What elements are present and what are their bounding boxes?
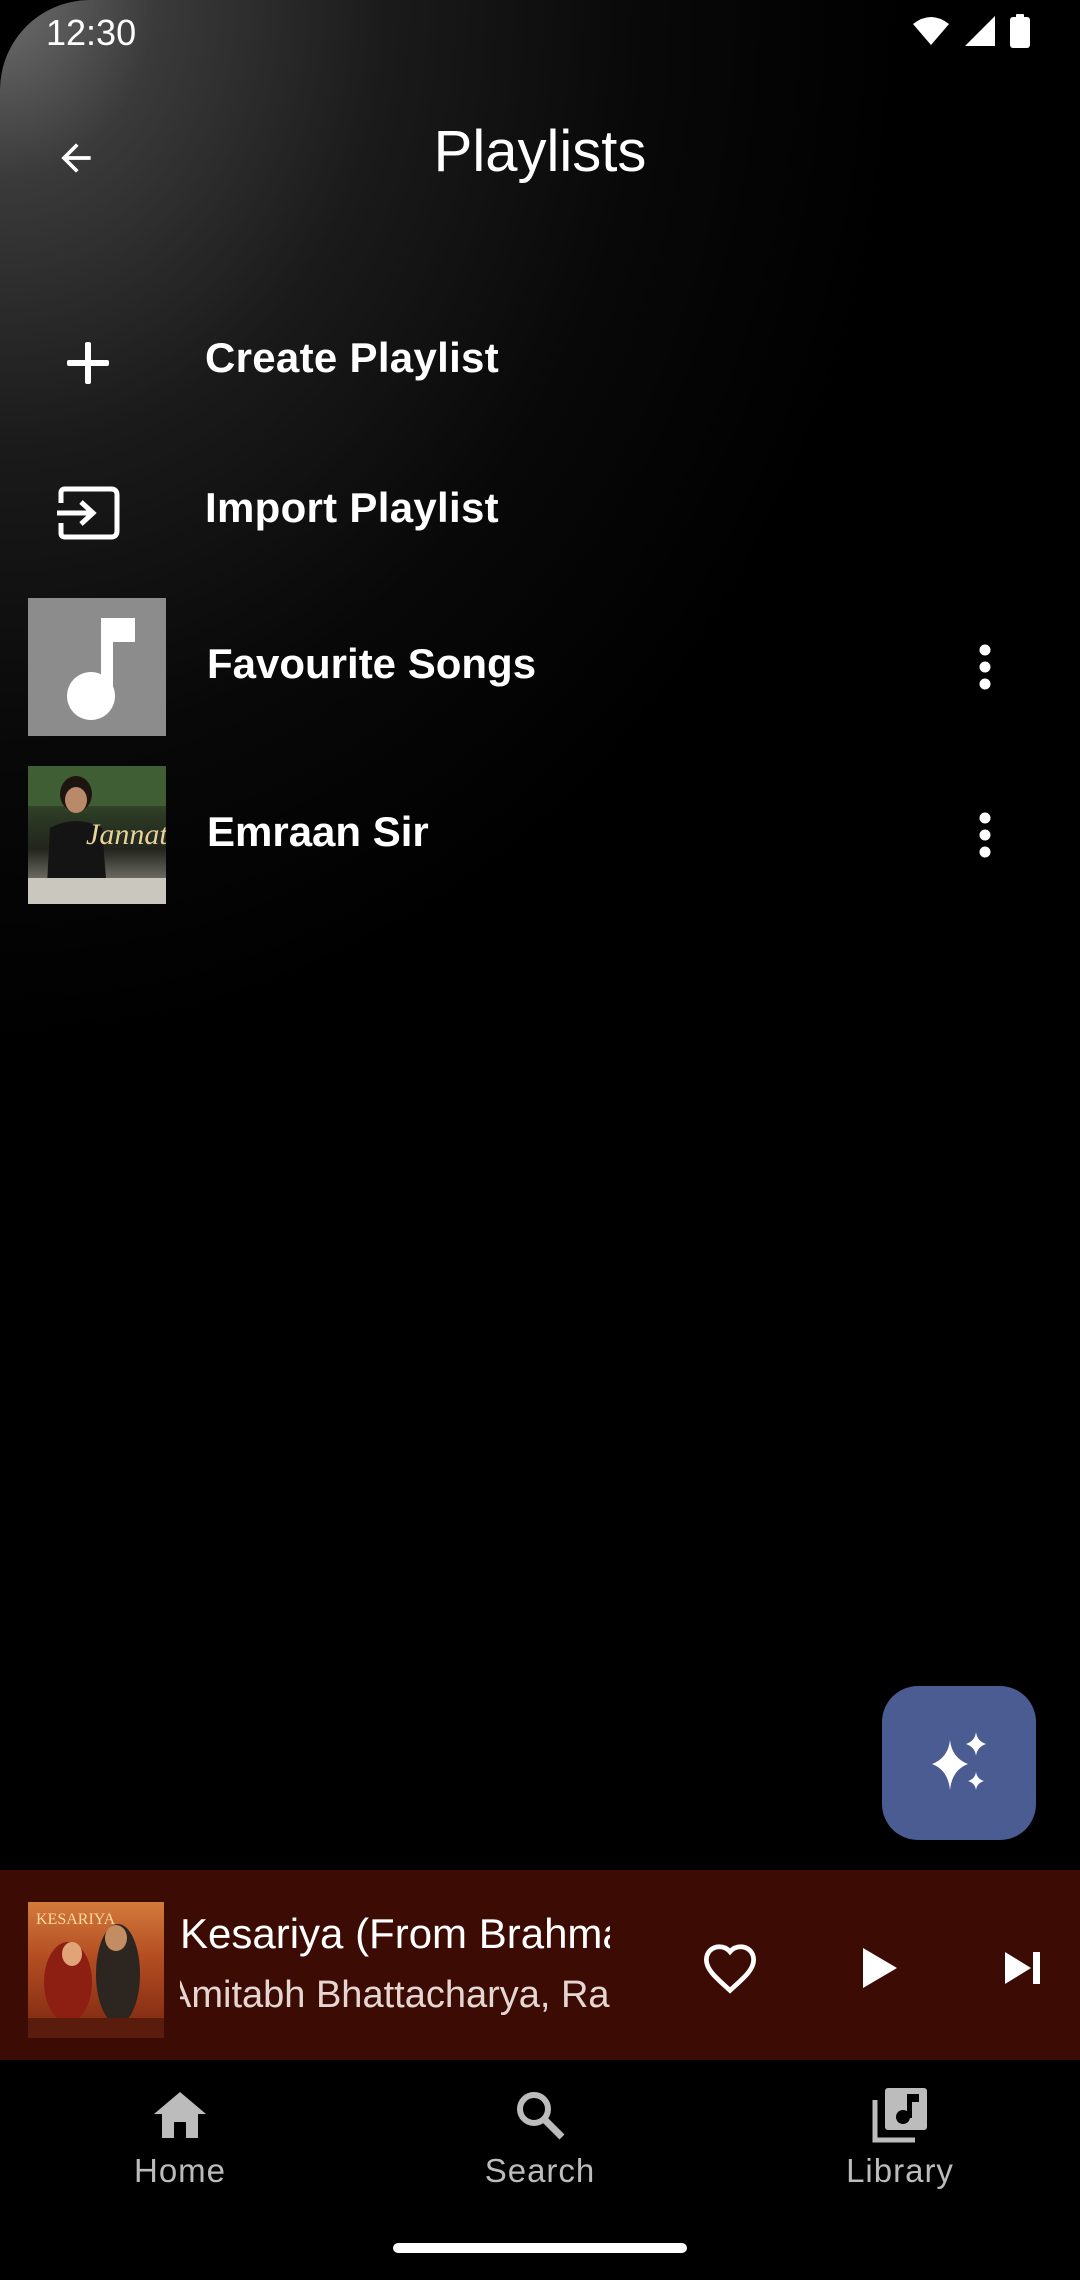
music-note-icon — [67, 618, 135, 720]
playlist-item-favourite-songs[interactable]: Favourite Songs — [0, 590, 1080, 740]
nav-label: Library — [846, 2152, 954, 2189]
album-art-text: Jannat — [86, 818, 166, 851]
status-time: 12:30 — [46, 12, 137, 53]
create-playlist-row[interactable]: Create Playlist — [0, 290, 1080, 430]
nav-label: Search — [484, 2152, 596, 2189]
nav-label: Home — [133, 2152, 227, 2189]
now-playing-artist: Amitabh Bhattacharya, Ranbir Kapoor — [180, 1974, 610, 2016]
import-playlist-label: Import Playlist — [205, 484, 499, 531]
like-button[interactable] — [690, 1928, 770, 2008]
nav-item-home[interactable]: Home — [60, 2084, 300, 2204]
status-icons — [912, 14, 1030, 48]
import-icon — [50, 475, 126, 551]
now-playing-title: Kesariya (From Brahmastra) — [180, 1910, 610, 1957]
more-options-button[interactable] — [960, 632, 1010, 702]
nav-item-search[interactable]: Search — [420, 2084, 660, 2204]
album-art: Jannat — [28, 766, 166, 904]
nav-item-library[interactable]: Library — [780, 2084, 1020, 2204]
play-button[interactable] — [840, 1928, 920, 2008]
cellular-icon — [965, 16, 995, 46]
ai-fab-button[interactable] — [882, 1686, 1036, 1840]
more-options-button[interactable] — [960, 800, 1010, 870]
home-icon — [60, 2084, 300, 2146]
home-indicator — [393, 2243, 687, 2253]
more-vert-icon — [979, 644, 991, 690]
library-icon — [780, 2084, 1020, 2146]
skip-next-icon — [1005, 1952, 1040, 1984]
playlist-thumbnail — [28, 598, 166, 736]
mini-player[interactable]: KESARIYA Kesariya (From Brahmastra) Amit… — [0, 1870, 1080, 2060]
screen: 12:30 Playlists Create Playlist Import P… — [0, 0, 1080, 2280]
playlist-thumbnail: Jannat — [28, 766, 166, 904]
skip-next-button[interactable] — [983, 1928, 1063, 2008]
status-bar: 12:30 — [0, 0, 1080, 64]
import-playlist-row[interactable]: Import Playlist — [0, 440, 1080, 580]
top-app-bar: Playlists — [0, 100, 1080, 210]
create-playlist-label: Create Playlist — [205, 334, 499, 381]
search-icon — [420, 2084, 660, 2146]
plus-icon — [50, 325, 126, 401]
play-icon — [863, 1948, 897, 1988]
sparkles-icon — [932, 1732, 986, 1790]
heart-outline-icon — [703, 1944, 757, 1994]
wifi-icon — [913, 17, 949, 45]
art-title-text: KESARIYA — [36, 1911, 116, 1928]
page-title: Playlists — [433, 119, 647, 184]
playlist-title: Emraan Sir — [207, 808, 429, 855]
now-playing-art: KESARIYA — [28, 1902, 164, 2038]
now-playing-text: Kesariya (From Brahmastra) Amitabh Bhatt… — [180, 1908, 610, 2020]
battery-icon — [1010, 14, 1030, 48]
playlist-title: Favourite Songs — [207, 640, 537, 687]
more-vert-icon — [979, 812, 991, 858]
playlist-item-emraan-sir[interactable]: Jannat Emraan Sir — [0, 758, 1080, 908]
